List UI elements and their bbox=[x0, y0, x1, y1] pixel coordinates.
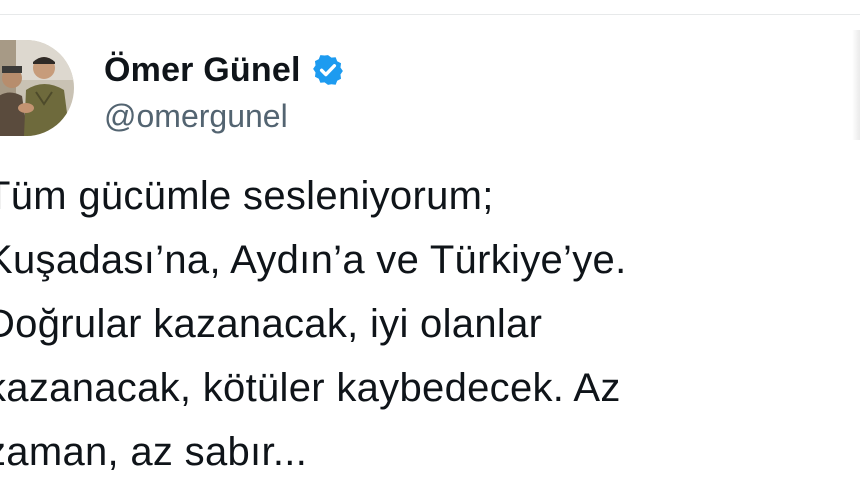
tweet-header: Ömer Günel @omergunel bbox=[0, 40, 856, 140]
tweet-text-line: kazanacak, kötüler kaybedecek. Az bbox=[0, 366, 621, 410]
author-display-name[interactable]: Ömer Günel bbox=[104, 51, 301, 90]
verified-badge-icon bbox=[311, 53, 345, 87]
author-avatar[interactable] bbox=[0, 40, 74, 136]
tweet-text-line: Doğrular kazanacak, iyi olanlar bbox=[0, 302, 543, 346]
top-divider bbox=[0, 0, 860, 15]
tweet-text: Tüm gücümle sesleniyorum; Kuşadası’na, A… bbox=[0, 164, 846, 484]
tweet-text-line: Kuşadası’na, Aydın’a ve Türkiye’ye. bbox=[0, 238, 627, 282]
tweet-text-line: zaman, az sabır... bbox=[0, 430, 308, 474]
author-handle[interactable]: @omergunel bbox=[104, 98, 288, 135]
tweet-text-line: Tüm gücümle sesleniyorum; bbox=[0, 174, 494, 218]
author-name-row: Ömer Günel bbox=[104, 48, 345, 92]
